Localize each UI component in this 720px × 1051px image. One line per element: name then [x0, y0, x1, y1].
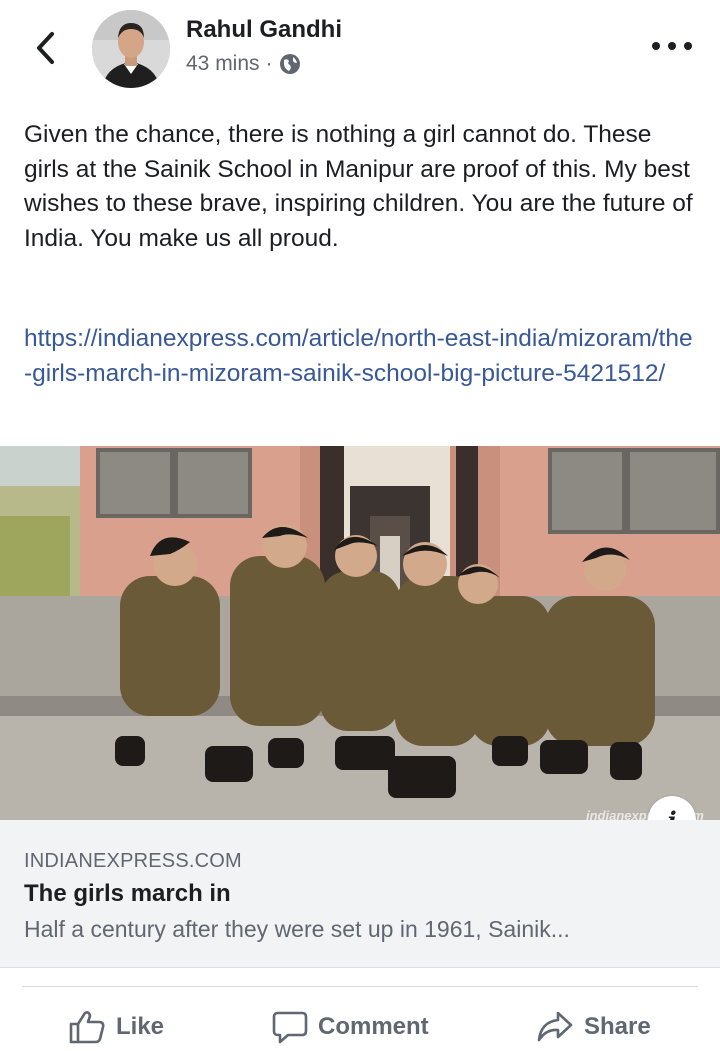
post-link[interactable]: https://indianexpress.com/article/north-… [24, 322, 696, 391]
share-icon [537, 1011, 573, 1042]
actions-divider [22, 986, 698, 987]
avatar[interactable] [92, 10, 170, 88]
author-name[interactable]: Rahul Gandhi [186, 16, 342, 44]
info-icon: i [667, 805, 677, 821]
globe-icon [279, 54, 300, 74]
link-description: Half a century after they were set up in… [24, 916, 570, 942]
like-label: Like [116, 1013, 165, 1040]
link-title: The girls march in [24, 880, 231, 907]
like-button[interactable]: Like [68, 1003, 164, 1051]
comment-icon [272, 1011, 308, 1044]
photo-girls-sitting: indianexpress.com [0, 446, 720, 820]
action-bar: Like Comment Share [0, 1003, 720, 1051]
comment-label: Comment [318, 1013, 429, 1040]
post-header: Rahul Gandhi 43 mins · [0, 0, 720, 100]
link-preview-card[interactable]: INDIANEXPRESS.COM The girls march in Hal… [0, 820, 720, 968]
more-options-button[interactable] [652, 36, 692, 56]
post-text: Given the chance, there is nothing a gir… [24, 121, 693, 252]
post-meta: 43 mins · [186, 52, 301, 76]
meta-separator: · [265, 52, 273, 75]
more-dot-icon [668, 42, 676, 50]
link-domain: INDIANEXPRESS.COM [24, 850, 242, 872]
share-label: Share [584, 1013, 651, 1040]
thumbs-up-icon [69, 1011, 105, 1044]
more-dot-icon [652, 42, 660, 50]
post-timestamp[interactable]: 43 mins [186, 52, 260, 76]
comment-button[interactable]: Comment [272, 1003, 429, 1051]
post-photo[interactable]: indianexpress.com i [0, 446, 720, 820]
share-button[interactable]: Share [536, 1003, 651, 1051]
back-button[interactable] [28, 28, 62, 68]
avatar-image [92, 10, 170, 88]
more-dot-icon [684, 42, 692, 50]
chevron-left-icon [37, 32, 54, 64]
